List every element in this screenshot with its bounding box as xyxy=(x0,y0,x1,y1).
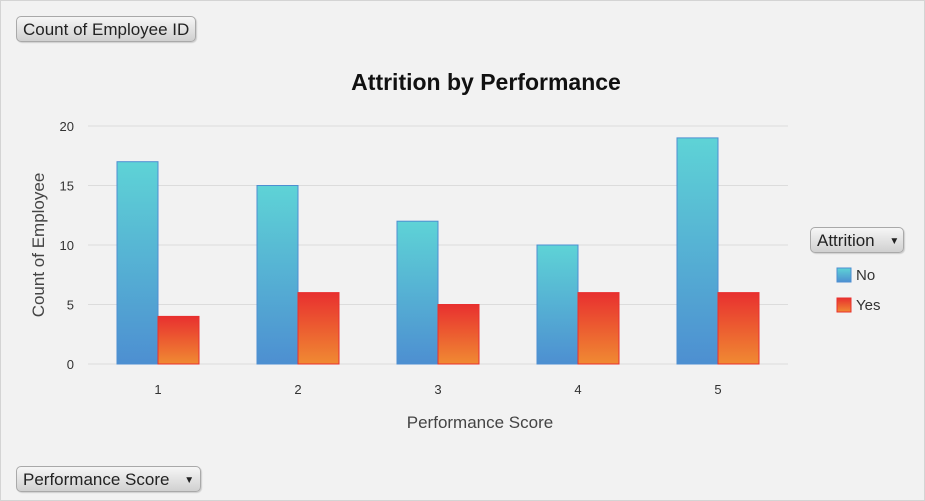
y-tick-label: 15 xyxy=(60,179,74,194)
x-tick-label: 3 xyxy=(434,382,441,397)
legend-swatch-no xyxy=(836,267,852,283)
bar-no-3[interactable] xyxy=(396,220,439,365)
y-tick-label: 20 xyxy=(60,119,74,134)
legend-label-yes: Yes xyxy=(856,297,880,314)
bar-chart: Attrition by Performance 0 5 10 15 20 1 2 3 4 5 P… xyxy=(29,69,880,432)
bar-yes-4[interactable] xyxy=(577,292,620,365)
x-tick-label: 1 xyxy=(154,382,161,397)
bar-yes-5[interactable] xyxy=(717,292,760,365)
y-tick-label: 10 xyxy=(60,238,74,253)
chart-title: Attrition by Performance xyxy=(351,69,621,95)
bar-yes-3[interactable] xyxy=(437,304,480,365)
x-tick-label: 4 xyxy=(574,382,581,397)
legend-swatch-yes xyxy=(836,297,852,313)
bar-no-1[interactable] xyxy=(116,161,159,365)
bar-yes-2[interactable] xyxy=(297,292,340,365)
x-tick-label: 5 xyxy=(714,382,721,397)
bar-no-5[interactable] xyxy=(676,137,719,365)
x-tick-label: 2 xyxy=(294,382,301,397)
bar-no-4[interactable] xyxy=(536,244,579,365)
legend-label-no: No xyxy=(856,267,875,284)
y-tick-label: 0 xyxy=(67,357,74,372)
y-tick-label: 5 xyxy=(67,298,74,313)
y-axis-title: Count of Employee xyxy=(29,173,48,318)
bar-no-2[interactable] xyxy=(256,185,299,365)
bar-yes-1[interactable] xyxy=(157,315,200,365)
x-axis-title: Performance Score xyxy=(407,413,553,432)
